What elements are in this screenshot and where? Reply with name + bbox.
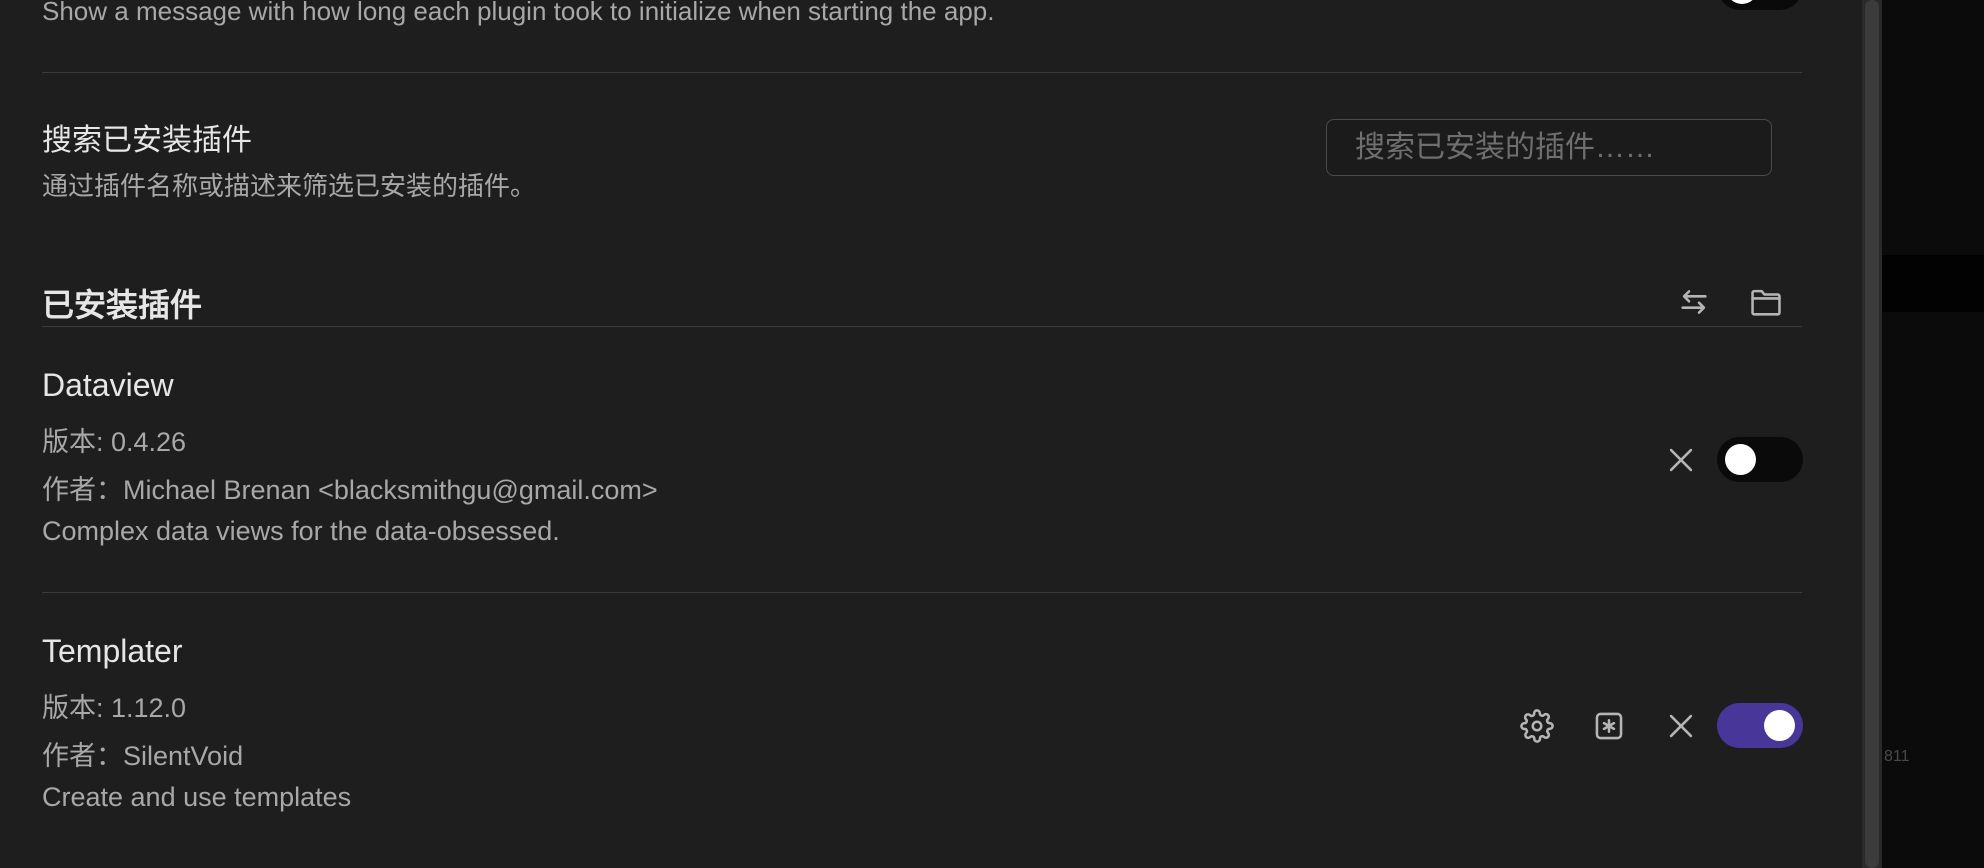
reload-icon	[1681, 290, 1707, 314]
settings-scrollbar[interactable]	[1862, 0, 1882, 868]
reload-plugins-button[interactable]	[1674, 282, 1714, 322]
plugin-enable-toggle[interactable]	[1717, 437, 1803, 482]
close-icon	[1669, 448, 1693, 472]
gear-icon	[1520, 709, 1554, 743]
folder-icon	[1751, 289, 1781, 316]
plugin-description: Create and use templates	[42, 782, 352, 812]
scrollbar-thumb[interactable]	[1865, 0, 1879, 868]
plugin-settings-panel: Show a message with how long each plugin…	[0, 0, 1862, 868]
installed-plugins-heading: 已安装插件	[42, 287, 203, 323]
search-installed-plugins-title: 搜索已安装插件	[42, 124, 252, 157]
toggle-knob	[1726, 0, 1758, 4]
plugin-version: 版本: 1.12.0	[42, 693, 187, 723]
plugin-enable-toggle[interactable]	[1717, 703, 1803, 748]
open-plugins-folder-button[interactable]	[1746, 282, 1786, 322]
background-editor-strip	[1882, 255, 1984, 312]
startup-time-toggle[interactable]	[1718, 0, 1802, 10]
app-window: 811 Show a message with how long each pl…	[0, 0, 1984, 868]
plugin-name: Dataview	[42, 367, 174, 403]
plugin-divider	[42, 592, 1802, 593]
plugin-name: Templater	[42, 633, 183, 669]
plugin-description: Complex data views for the data-obsessed…	[42, 516, 560, 546]
close-icon	[1669, 714, 1693, 738]
search-installed-plugins-description: 通过插件名称或描述来筛选已安装的插件。	[42, 171, 537, 201]
toggle-knob	[1725, 444, 1756, 475]
plugin-version: 版本: 0.4.26	[42, 427, 187, 457]
background-status-number: 811	[1884, 748, 1910, 765]
plugin-hotkeys-button[interactable]	[1589, 706, 1629, 746]
startup-time-setting-description: Show a message with how long each plugin…	[42, 0, 995, 26]
plugin-author: 作者：SilentVoid	[42, 741, 244, 771]
hotkey-icon	[1595, 712, 1623, 740]
setting-divider	[42, 72, 1802, 73]
uninstall-plugin-button[interactable]	[1661, 440, 1701, 480]
toggle-knob	[1764, 710, 1795, 741]
search-installed-plugins-input[interactable]	[1326, 119, 1772, 176]
plugin-options-button[interactable]	[1517, 706, 1557, 746]
uninstall-plugin-button[interactable]	[1661, 706, 1701, 746]
section-divider	[42, 326, 1802, 327]
plugin-author: 作者：Michael Brenan <blacksmithgu@gmail.co…	[42, 475, 658, 505]
